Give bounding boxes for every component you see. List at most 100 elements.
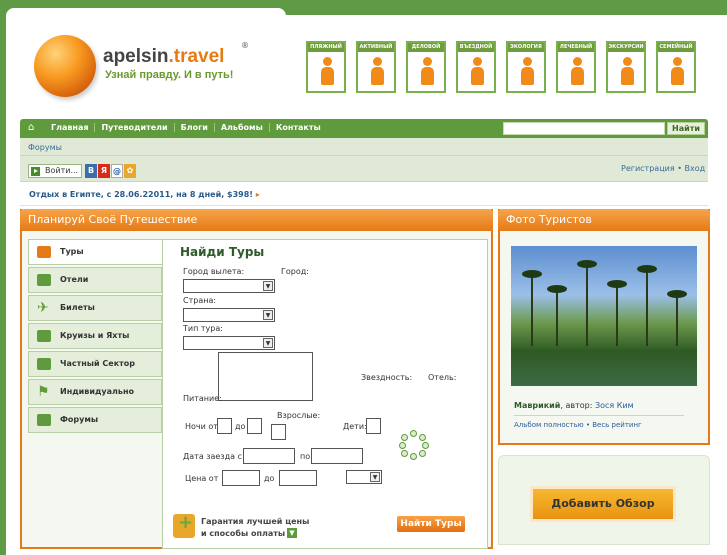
date-from-input[interactable]: [243, 448, 295, 464]
arrow-right-icon: ▸: [255, 190, 260, 199]
category-6[interactable]: ЛЕЧЕБНЫЙ: [556, 41, 596, 93]
subbar-divider: [20, 155, 708, 156]
tab-hotels[interactable]: Отели: [28, 267, 162, 293]
category-2[interactable]: АКТИВНЫЙ: [356, 41, 396, 93]
tab-individual[interactable]: ⚑ Индивидуально: [28, 379, 162, 405]
nav-blogs[interactable]: Блоги: [175, 123, 215, 132]
mail-icon[interactable]: @: [111, 164, 123, 178]
plane-icon: ✈: [37, 300, 49, 316]
photo-links[interactable]: Альбом полностью • Весь рейтинг: [514, 421, 642, 429]
author-prefix: , автор:: [560, 401, 593, 410]
category-7[interactable]: ЭКСКУРСИИ: [606, 41, 646, 93]
nights-from-input[interactable]: [217, 418, 232, 434]
photos-title: Фото Туристов: [498, 209, 710, 231]
category-1[interactable]: ПЛЯЖНЫЙ: [306, 41, 346, 93]
adults-label: Взрослые:: [277, 411, 321, 420]
nav-home[interactable]: Главная: [45, 123, 96, 132]
date-from-label: Дата заезда с: [183, 452, 242, 461]
country-label: Страна:: [183, 296, 217, 305]
nights-from-label: Ночи от: [185, 422, 218, 431]
tourist-photo[interactable]: [511, 246, 697, 386]
promo-text: Отдых в Египте, с 28.06.22011, на 8 дней…: [29, 190, 253, 199]
chat-icon: [37, 414, 51, 426]
yandex-icon[interactable]: Я: [98, 164, 110, 178]
tour-type-select[interactable]: ▼: [183, 336, 275, 350]
chevron-down-icon: ▼: [263, 281, 273, 291]
tab-cruises[interactable]: Круизы и Яхты: [28, 323, 162, 349]
food-label: Питание:: [183, 394, 222, 403]
search-input[interactable]: [503, 122, 665, 135]
beach-person-icon: [318, 57, 336, 87]
category-label: ЛЕЧЕБНЫЙ: [558, 43, 594, 52]
photo-place[interactable]: Маврикий: [514, 401, 560, 410]
food-listbox[interactable]: [218, 352, 313, 401]
orange-globe-logo[interactable]: [34, 35, 96, 97]
login-button[interactable]: Войти...: [28, 164, 82, 178]
tour-search-form: Найди Туры Город вылета: Город: ▼ Страна…: [162, 239, 488, 549]
planner-title: Планируй Своё Путешествие: [20, 209, 493, 231]
tab-tours[interactable]: Туры: [28, 239, 164, 265]
add-review-button[interactable]: Добавить Обзор: [530, 486, 676, 522]
home-icon[interactable]: ⌂: [28, 123, 38, 133]
category-label: ДЕЛОВОЙ: [408, 43, 444, 52]
country-select[interactable]: ▼: [183, 308, 275, 322]
price-from-input[interactable]: [222, 470, 260, 486]
tab-forums[interactable]: Форумы: [28, 407, 162, 433]
brand-slogan: Узнай правду. И в путь!: [105, 69, 234, 81]
adults-input[interactable]: [271, 424, 286, 440]
tour-type-label: Тип тура:: [183, 324, 223, 333]
city-label: Город:: [281, 267, 309, 276]
nav-contacts[interactable]: Контакты: [270, 123, 327, 132]
vkontakte-icon[interactable]: В: [85, 164, 97, 178]
chevron-down-icon: ▼: [370, 472, 380, 482]
tab-tickets[interactable]: ✈ Билеты: [28, 295, 162, 321]
review-panel: Добавить Обзор: [498, 455, 710, 545]
currency-select[interactable]: ▼: [346, 470, 382, 484]
nights-to-input[interactable]: [247, 418, 262, 434]
city-from-label: Город вылета:: [183, 267, 245, 276]
tab-label: Круизы и Яхты: [60, 331, 130, 340]
hotel-label: Отель:: [428, 373, 457, 382]
category-5[interactable]: ЭКОЛОГИЯ: [506, 41, 546, 93]
kids-label: Дети:: [343, 422, 367, 431]
author-link[interactable]: Зося Ким: [595, 401, 634, 410]
tab-label: Частный Сектор: [60, 359, 135, 368]
form-title: Найди Туры: [180, 245, 265, 259]
date-to-input[interactable]: [311, 448, 363, 464]
breadcrumb-forums[interactable]: Форумы: [28, 143, 62, 152]
guarantee-icon: [173, 512, 195, 538]
suitcase-icon: [37, 246, 51, 258]
city-from-select[interactable]: ▼: [183, 279, 275, 293]
kids-input[interactable]: [366, 418, 381, 434]
bed-icon: [37, 274, 51, 286]
enter-link[interactable]: Вход: [684, 164, 705, 173]
price-to-input[interactable]: [279, 470, 317, 486]
register-link[interactable]: Регистрация: [621, 164, 675, 173]
photo-caption: Маврикий, автор: Зося Ким: [514, 401, 634, 410]
date-to-label: по: [300, 452, 311, 461]
price-from-label: Цена от: [185, 474, 219, 483]
category-8[interactable]: СЕМЕЙНЫЙ: [656, 41, 696, 93]
ship-icon: [37, 330, 51, 342]
category-3[interactable]: ДЕЛОВОЙ: [406, 41, 446, 93]
brand-name[interactable]: apelsin.travel: [103, 46, 224, 68]
find-tours-button[interactable]: Найти Туры: [397, 516, 465, 532]
price-to-label: до: [264, 474, 275, 483]
guarantee-line1: Гарантия лучшей цены: [201, 517, 310, 526]
chevron-down-icon: ▼: [263, 310, 273, 320]
tab-label: Форумы: [60, 415, 99, 424]
guarantee-line2: и способы оплаты: [201, 529, 286, 538]
search-button[interactable]: Найти: [667, 122, 705, 135]
tab-private[interactable]: Частный Сектор: [28, 351, 162, 377]
ecology-icon: [518, 57, 536, 87]
chevron-down-icon[interactable]: ▼: [287, 528, 297, 538]
tab-label: Билеты: [60, 303, 95, 312]
nights-to-label: до: [235, 422, 246, 431]
sep: •: [677, 164, 682, 173]
promo-link[interactable]: Отдых в Египте, с 28.06.22011, на 8 дней…: [29, 190, 260, 199]
nav-guides[interactable]: Путеводители: [95, 123, 175, 132]
nav-albums[interactable]: Альбомы: [215, 123, 270, 132]
luggage-icon: [468, 57, 486, 87]
more-networks-icon[interactable]: ✿: [124, 164, 136, 178]
category-4[interactable]: ВЪЕЗДНОЙ: [456, 41, 496, 93]
